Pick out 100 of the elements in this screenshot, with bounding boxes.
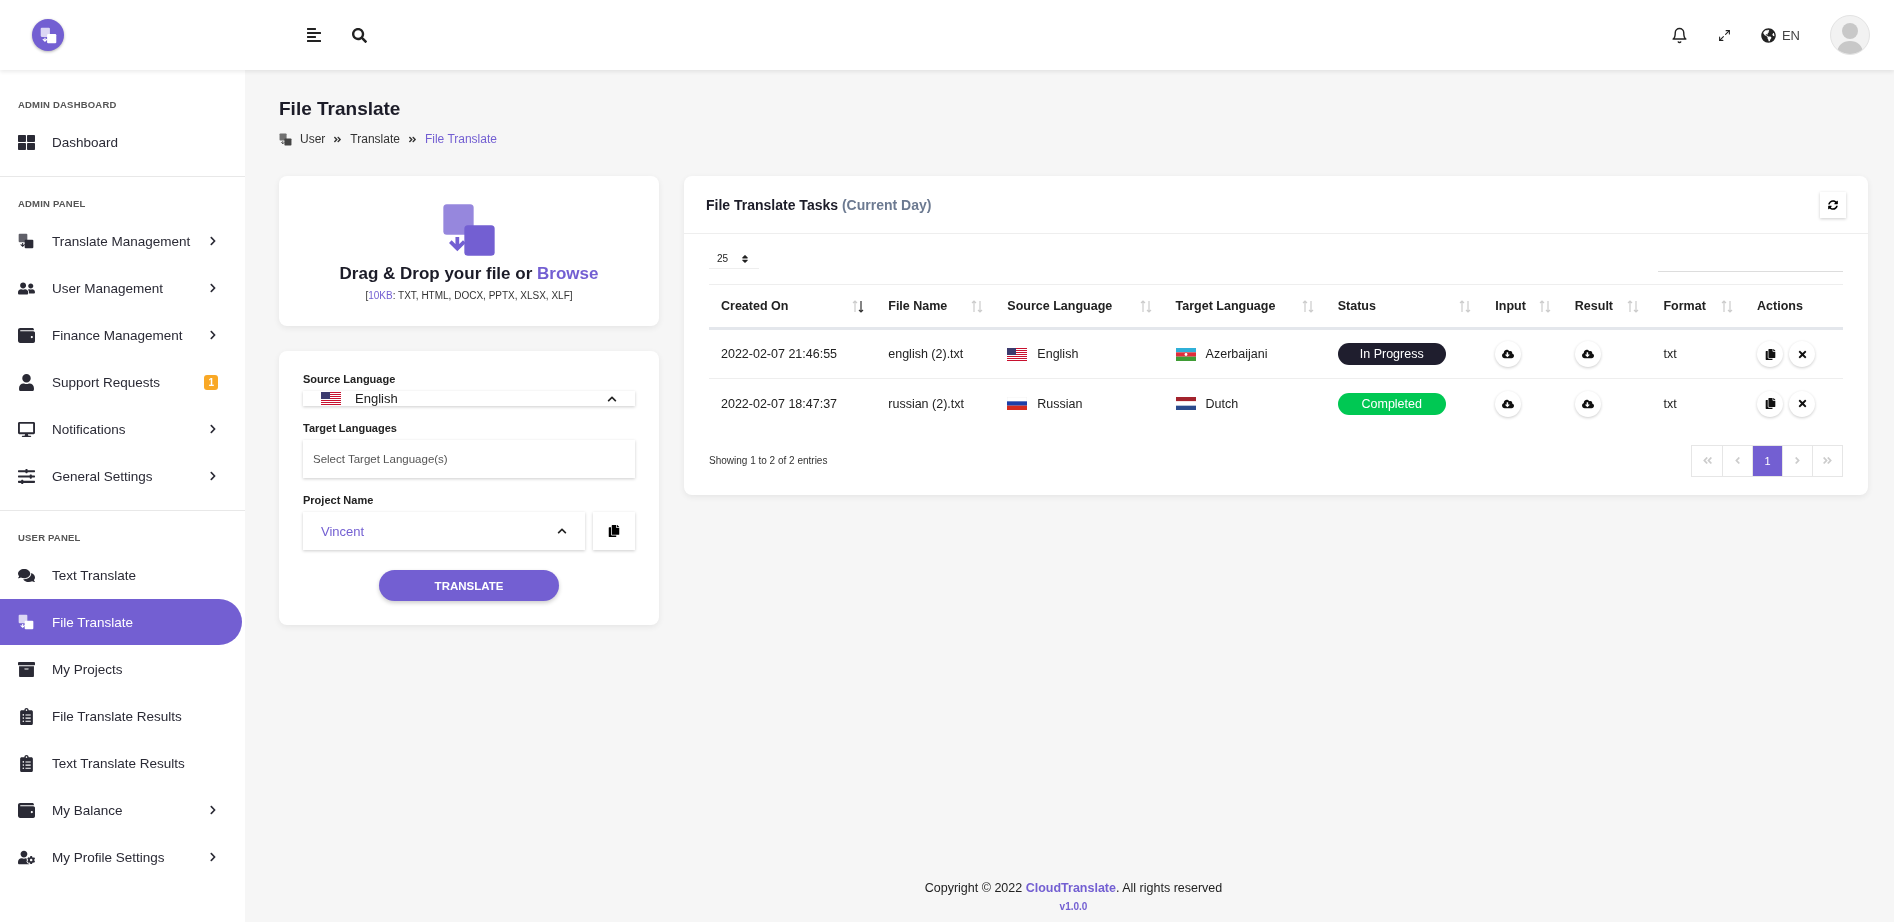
- section-title: ADMIN DASHBOARD: [17, 97, 118, 112]
- sidebar-item[interactable]: Notifications: [0, 406, 242, 452]
- archive-icon: [18, 660, 38, 678]
- column-header: Actions: [1745, 284, 1843, 329]
- wallet-icon: [18, 326, 38, 344]
- cloud-download-icon: [1581, 397, 1594, 410]
- column-header[interactable]: Target Language: [1163, 284, 1326, 329]
- fullscreen-button[interactable]: [1717, 28, 1731, 42]
- copy-icon: [608, 525, 620, 537]
- cloud-download-icon: [1502, 397, 1515, 410]
- field-label: Source Language: [303, 373, 397, 385]
- copy-icon: [1764, 348, 1776, 360]
- project-select[interactable]: Vincent: [303, 512, 585, 550]
- user-settings-icon: [18, 848, 38, 866]
- table-cell: txt: [1651, 378, 1746, 429]
- table-cell: russian (2).txt: [876, 378, 996, 429]
- refresh-button[interactable]: [1820, 191, 1846, 218]
- language-select[interactable]: English: [303, 391, 635, 406]
- section-title: ADMIN PANEL: [17, 196, 87, 211]
- chevron-right-icon: [1792, 455, 1803, 466]
- menu-button[interactable]: [306, 27, 322, 43]
- translate-button[interactable]: TRANSLATE: [379, 570, 559, 601]
- column-header[interactable]: Format: [1651, 284, 1746, 329]
- double-chevron-left-icon: [1701, 455, 1713, 466]
- download-button[interactable]: [1495, 341, 1522, 367]
- download-button[interactable]: [1574, 390, 1601, 417]
- breadcrumb-link[interactable]: Translate: [350, 132, 400, 146]
- sidebar-item[interactable]: My Projects: [0, 646, 242, 692]
- refresh-icon: [1828, 199, 1838, 210]
- sidebar-item[interactable]: Translate Management: [0, 218, 242, 264]
- monitor-icon: [18, 420, 38, 438]
- upload-prompt: Drag & Drop your file or Browse: [339, 263, 599, 284]
- sidebar-item[interactable]: Text Translate Results: [0, 740, 242, 786]
- language-name: Russian: [1037, 396, 1083, 411]
- breadcrumb-link[interactable]: File Translate: [424, 132, 497, 146]
- globe-icon: [1760, 27, 1776, 43]
- browse-link[interactable]: Browse: [537, 263, 599, 283]
- file-limits: [10KB: TXT, HTML, DOCX, PPTX, XLSX, XLF]: [365, 289, 573, 301]
- count-badge: 1: [204, 374, 218, 390]
- field-label: Project Name: [303, 494, 375, 506]
- download-button[interactable]: [1574, 341, 1601, 367]
- sidebar-item[interactable]: My Profile Settings: [0, 834, 242, 880]
- page-size-select[interactable]: 25: [709, 249, 759, 269]
- expand-icon: [1717, 28, 1731, 42]
- close-button[interactable]: [1789, 390, 1816, 417]
- notification-button[interactable]: [1670, 26, 1688, 44]
- page-title: File Translate: [279, 98, 402, 120]
- us-flag-icon: [321, 392, 341, 405]
- search-button[interactable]: [352, 27, 367, 43]
- breadcrumb-link[interactable]: User: [300, 132, 326, 146]
- copy-button[interactable]: [1757, 390, 1784, 417]
- person-silhouette-icon: [1835, 20, 1865, 54]
- status-badge: Completed: [1337, 392, 1446, 415]
- language-name: Dutch: [1205, 396, 1239, 411]
- status-badge: In Progress: [1337, 343, 1446, 365]
- menu-icon: [306, 27, 322, 43]
- input-field[interactable]: Select Target Language(s): [303, 440, 635, 478]
- azerbaijan-flag-icon: [1175, 347, 1196, 361]
- language-button[interactable]: EN: [1760, 27, 1800, 43]
- sort-caret-icon: [740, 253, 751, 264]
- russia-flag-icon: [1007, 397, 1028, 411]
- download-button[interactable]: [1495, 390, 1522, 417]
- bell-icon: [1670, 26, 1688, 44]
- column-header[interactable]: Source Language: [995, 284, 1164, 329]
- section-title: USER PANEL: [17, 530, 82, 545]
- sidebar-item[interactable]: User Management: [0, 265, 242, 311]
- column-header[interactable]: File Name: [876, 284, 996, 329]
- sidebar-item[interactable]: File Translate: [0, 599, 242, 645]
- version-text: v1.0.0: [1058, 901, 1089, 912]
- sidebar-item[interactable]: File Translate Results: [0, 693, 242, 739]
- table-cell: 2022-02-07 21:46:55: [709, 328, 877, 379]
- column-header[interactable]: Created On: [709, 284, 877, 329]
- sidebar-item[interactable]: My Balance: [0, 787, 242, 833]
- table-cell: 2022-02-07 18:47:37: [709, 378, 877, 429]
- cloud-download-icon: [1581, 348, 1594, 360]
- column-header[interactable]: Input: [1483, 284, 1563, 329]
- sidebar-item[interactable]: Text Translate: [0, 552, 242, 598]
- copy-icon: [1764, 398, 1776, 410]
- close-button[interactable]: [1789, 341, 1816, 367]
- table-cell: english (2).txt: [876, 328, 996, 379]
- sidebar-item[interactable]: Support Requests 1: [0, 359, 242, 405]
- sidebar-item[interactable]: General Settings: [0, 453, 242, 499]
- upload-dropzone[interactable]: Drag & Drop your file or Browse [10KB: TXT, HTML, DOCX, PPTX, XLSX, XLF]: [279, 176, 659, 326]
- us-flag-icon: [1007, 347, 1028, 361]
- field-label: Target Languages: [303, 422, 398, 434]
- column-header[interactable]: Result: [1562, 284, 1652, 329]
- translate-icon: [441, 201, 497, 258]
- cloud-download-icon: [1502, 348, 1515, 360]
- table-cell: txt: [1651, 328, 1746, 379]
- sidebar-item[interactable]: Finance Management: [0, 312, 242, 358]
- page-button[interactable]: 1: [1752, 445, 1782, 476]
- translate-icon: [279, 132, 292, 146]
- separator-icon: [407, 134, 417, 144]
- copy-button[interactable]: [1757, 341, 1784, 367]
- copy-button[interactable]: [593, 512, 635, 550]
- logo-icon: [32, 19, 64, 51]
- sliders-icon: [18, 467, 38, 485]
- column-header[interactable]: Status: [1325, 284, 1484, 329]
- search-icon: [352, 27, 367, 43]
- sidebar-item[interactable]: Dashboard: [0, 119, 242, 165]
